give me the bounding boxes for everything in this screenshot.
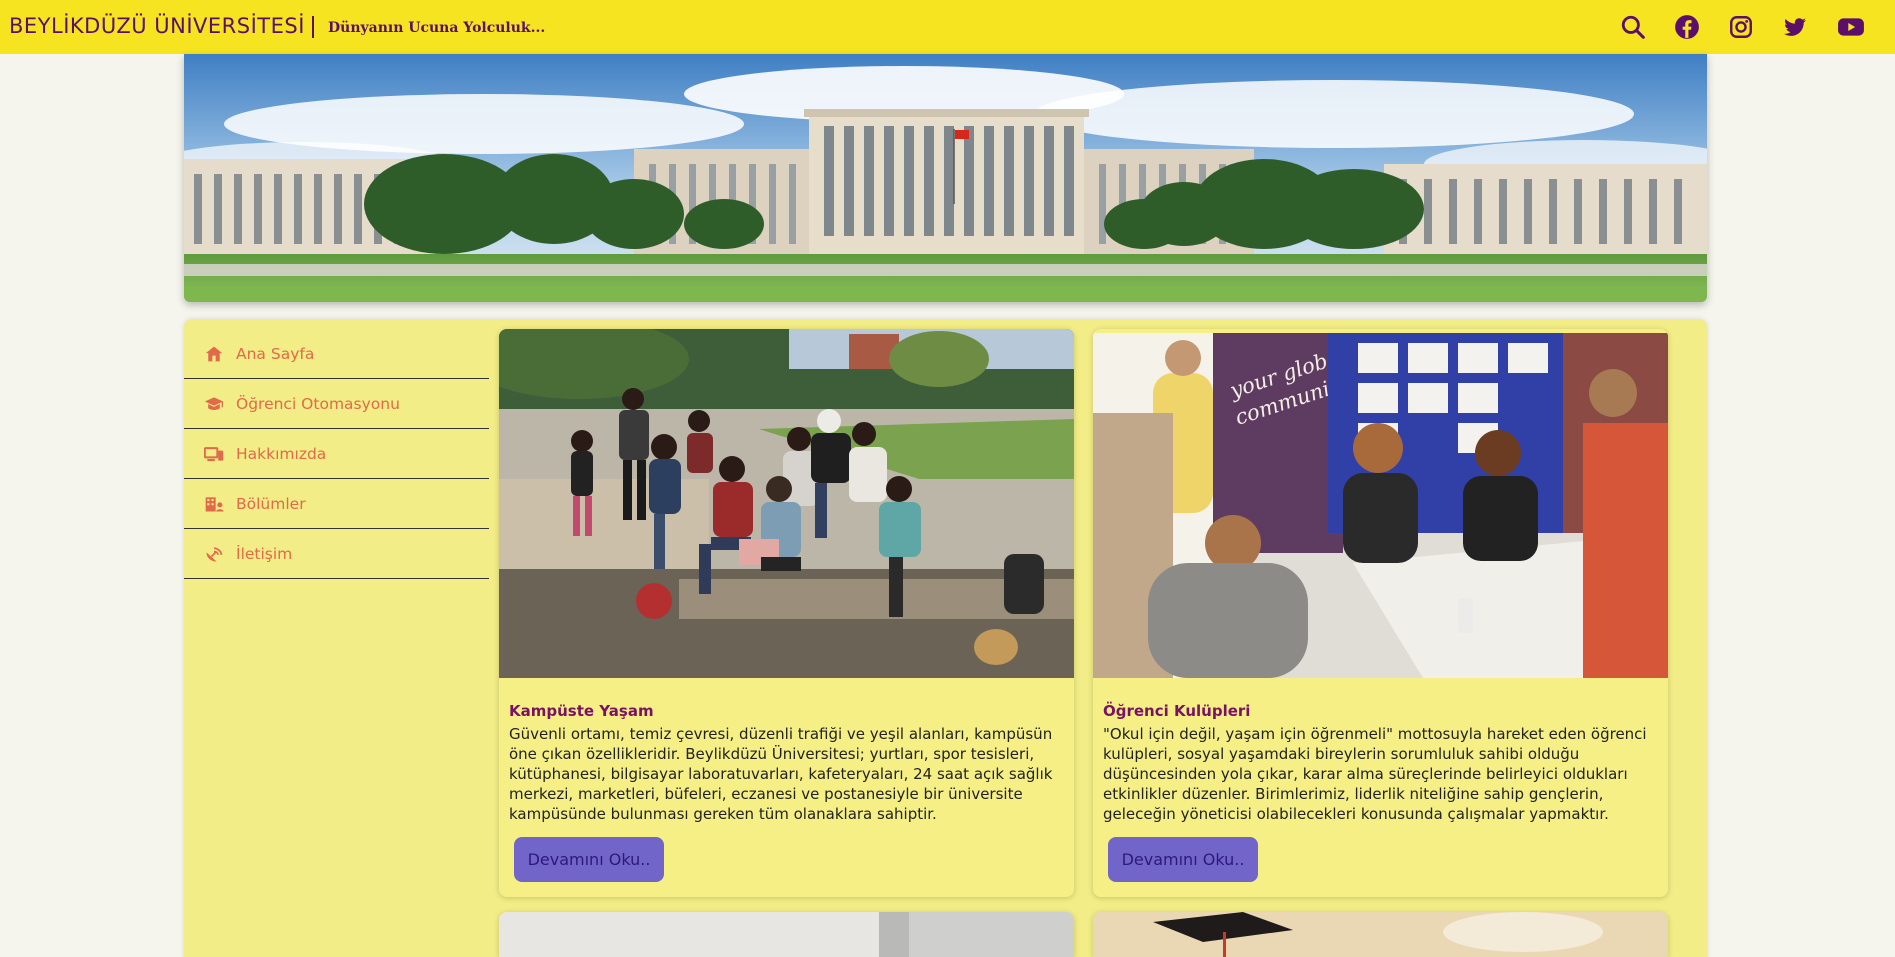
- card-next-left-photo: [499, 912, 1074, 957]
- instagram-icon[interactable]: [1728, 14, 1754, 40]
- youtube-icon[interactable]: [1837, 14, 1865, 40]
- sidebar-menu: Ana Sayfa Öğrenci Otomasyonu Hakkımızda …: [184, 329, 489, 579]
- satellite-dish-icon: [204, 545, 224, 563]
- sidebar-item-label: İletişim: [236, 544, 293, 563]
- student-clubs-photo: your global community: [1093, 333, 1668, 678]
- home-icon: [204, 345, 224, 363]
- facebook-icon[interactable]: [1674, 14, 1700, 40]
- card-kampuste-yasam: Kampüste Yaşam Güvenli ortamı, temiz çev…: [499, 329, 1074, 897]
- card-ogrenci-kulupleri: your global community Öğrenci Kulüpleri …: [1093, 329, 1668, 897]
- sidebar-item-label: Bölümler: [236, 494, 306, 513]
- sidebar-item-bolumler[interactable]: Bölümler: [184, 479, 489, 529]
- devices-icon: [204, 445, 224, 463]
- sidebar-item-label: Hakkımızda: [236, 444, 327, 463]
- search-icon[interactable]: [1620, 14, 1646, 40]
- sidebar-item-label: Öğrenci Otomasyonu: [236, 394, 400, 413]
- sidebar-item-ana-sayfa[interactable]: Ana Sayfa: [184, 329, 489, 379]
- top-navbar: BEYLİKDÜZÜ ÜNİVERSİTESİ Dünyanın Ucuna Y…: [0, 0, 1895, 54]
- sidebar-item-iletisim[interactable]: İletişim: [184, 529, 489, 579]
- card-text: "Okul için değil, yaşam için öğrenmeli" …: [1103, 725, 1647, 823]
- site-brand[interactable]: BEYLİKDÜZÜ ÜNİVERSİTESİ: [9, 14, 305, 38]
- hero-banner-image: [184, 54, 1707, 302]
- twitter-icon[interactable]: [1782, 14, 1808, 40]
- building-user-icon: [204, 495, 224, 513]
- sidebar-item-label: Ana Sayfa: [236, 344, 315, 363]
- card-title: Öğrenci Kulüpleri: [1103, 702, 1251, 720]
- campus-life-photo: [499, 329, 1074, 678]
- site-slogan: Dünyanın Ucuna Yolculuk...: [328, 20, 546, 36]
- card-text: Güvenli ortamı, temiz çevresi, düzenli t…: [509, 725, 1053, 823]
- sidebar-item-hakkimizda[interactable]: Hakkımızda: [184, 429, 489, 479]
- graduation-cap-icon: [204, 395, 224, 413]
- card-next-right-photo: [1093, 912, 1668, 957]
- brand-divider: [312, 16, 314, 38]
- card-title: Kampüste Yaşam: [509, 702, 654, 720]
- sidebar-item-ogrenci-otomasyonu[interactable]: Öğrenci Otomasyonu: [184, 379, 489, 429]
- read-more-button[interactable]: Devamını Oku..: [514, 837, 664, 882]
- read-more-button[interactable]: Devamını Oku..: [1108, 837, 1258, 882]
